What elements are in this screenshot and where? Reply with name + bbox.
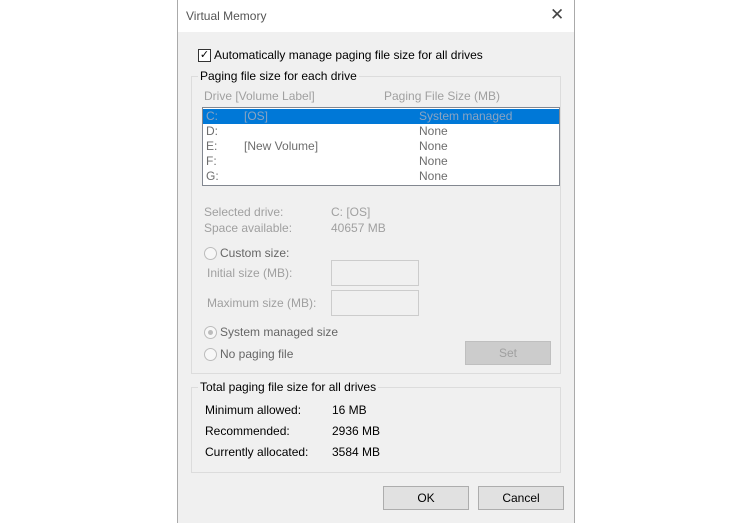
initial-size-label: Initial size (MB): (207, 266, 293, 280)
cancel-button[interactable]: Cancel (478, 486, 564, 510)
column-drive: Drive [Volume Label] (204, 89, 315, 103)
ok-button[interactable]: OK (383, 486, 469, 510)
maximum-size-label: Maximum size (MB): (207, 296, 317, 310)
selected-drive-value: C: [OS] (331, 205, 371, 219)
drive-row[interactable]: F: None (203, 154, 559, 169)
close-icon[interactable]: ✕ (550, 5, 564, 25)
custom-size-radio[interactable] (204, 247, 217, 260)
minimum-allowed-label: Minimum allowed: (205, 403, 302, 417)
space-available-value: 40657 MB (331, 221, 386, 235)
recommended-label: Recommended: (205, 424, 290, 438)
system-managed-radio[interactable] (204, 326, 217, 339)
maximum-size-input[interactable] (331, 290, 419, 316)
no-paging-label[interactable]: No paging file (220, 347, 293, 361)
minimum-allowed-value: 16 MB (332, 403, 367, 417)
recommended-value: 2936 MB (332, 424, 381, 438)
set-button[interactable]: Set (465, 341, 551, 365)
currently-allocated-label: Currently allocated: (205, 445, 309, 459)
total-group-label: Total paging file size for all drives (198, 380, 379, 394)
per-drive-group-label: Paging file size for each drive (198, 69, 359, 83)
virtual-memory-dialog: Virtual Memory ✕ ✓ Automatically manage … (177, 0, 575, 523)
drive-row[interactable]: C: [OS] System managed (203, 109, 559, 124)
space-available-label: Space available: (204, 221, 293, 235)
no-paging-radio[interactable] (204, 348, 217, 361)
auto-manage-checkbox[interactable]: ✓ (198, 49, 211, 62)
auto-manage-label[interactable]: Automatically manage paging file size fo… (214, 48, 483, 62)
drive-list[interactable]: C: [OS] System managed D: None E: [New Volum… (202, 107, 560, 186)
drive-row[interactable]: E: [New Volume] None (203, 139, 559, 154)
custom-size-label[interactable]: Custom size: (220, 246, 289, 260)
system-managed-label[interactable]: System managed size (220, 325, 338, 339)
drive-row[interactable]: G: None (203, 169, 559, 184)
initial-size-input[interactable] (331, 260, 419, 286)
column-size: Paging File Size (MB) (384, 89, 501, 103)
title-bar: Virtual Memory ✕ (178, 0, 574, 32)
selected-drive-label: Selected drive: (204, 205, 284, 219)
drive-row[interactable]: D: None (203, 124, 559, 139)
dialog-title: Virtual Memory (186, 9, 267, 23)
currently-allocated-value: 3584 MB (332, 445, 381, 459)
